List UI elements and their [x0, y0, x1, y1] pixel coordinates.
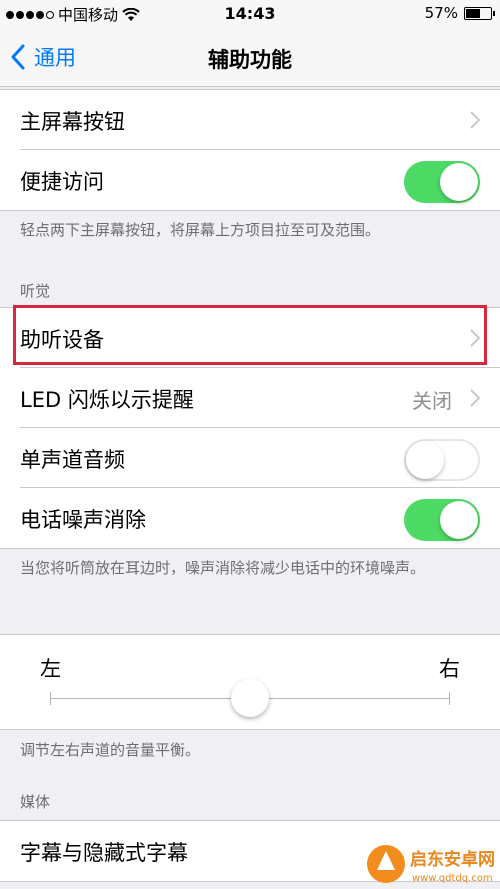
home-button-row[interactable]: 主屏幕按钮 — [0, 90, 500, 150]
noise-cancellation-label: 电话噪声消除 — [20, 508, 146, 532]
balance-group: 左 右 — [0, 634, 500, 730]
battery-percent: 57% — [424, 4, 458, 22]
mono-audio-row: 单声道音频 — [0, 428, 500, 488]
watermark-text: 启东安卓网 — [410, 849, 494, 870]
highlight-box — [13, 305, 487, 365]
battery-icon — [464, 6, 495, 20]
home-button-group: 主屏幕按钮 便捷访问 — [0, 89, 500, 211]
noise-cancellation-description: 当您将听筒放在耳边时，噪声消除将减少电话中的环境噪声。 — [20, 559, 426, 577]
balance-slider-thumb[interactable] — [231, 679, 269, 717]
reachability-toggle[interactable] — [404, 161, 480, 203]
page-title: 辅助功能 — [208, 48, 292, 72]
led-flash-row[interactable]: LED 闪烁以示提醒 关闭 — [0, 368, 500, 428]
chevron-right-icon — [470, 111, 480, 129]
noise-cancellation-row: 电话噪声消除 — [0, 488, 500, 548]
hearing-section-header: 听觉 — [20, 282, 51, 300]
mono-audio-label: 单声道音频 — [20, 448, 125, 472]
media-section-header: 媒体 — [20, 793, 51, 811]
home-button-label: 主屏幕按钮 — [20, 110, 125, 134]
reachability-label: 便捷访问 — [20, 170, 104, 194]
subtitles-label: 字幕与隐藏式字幕 — [20, 841, 188, 865]
balance-description: 调节左右声道的音量平衡。 — [20, 741, 201, 759]
reachability-description: 轻点两下主屏幕按钮，将屏幕上方项目拉至可及范围。 — [20, 221, 381, 239]
led-flash-label: LED 闪烁以示提醒 — [20, 388, 194, 412]
balance-right-label: 右 — [439, 657, 460, 681]
balance-slider-track[interactable] — [50, 679, 450, 717]
chevron-right-icon — [470, 389, 480, 407]
watermark-logo: 启东安卓网 www.qdtdq.com — [367, 845, 494, 884]
noise-cancellation-toggle[interactable] — [404, 499, 480, 541]
navigation-bar: 通用 辅助功能 — [0, 30, 500, 87]
status-bar: 中国移动 14:43 57% — [0, 0, 500, 30]
balance-left-label: 左 — [40, 657, 61, 681]
watermark-url: www.qdtdq.com — [412, 873, 493, 884]
reachability-row: 便捷访问 — [0, 150, 500, 210]
led-flash-value: 关闭 — [412, 389, 452, 413]
mono-audio-toggle[interactable] — [404, 439, 480, 481]
